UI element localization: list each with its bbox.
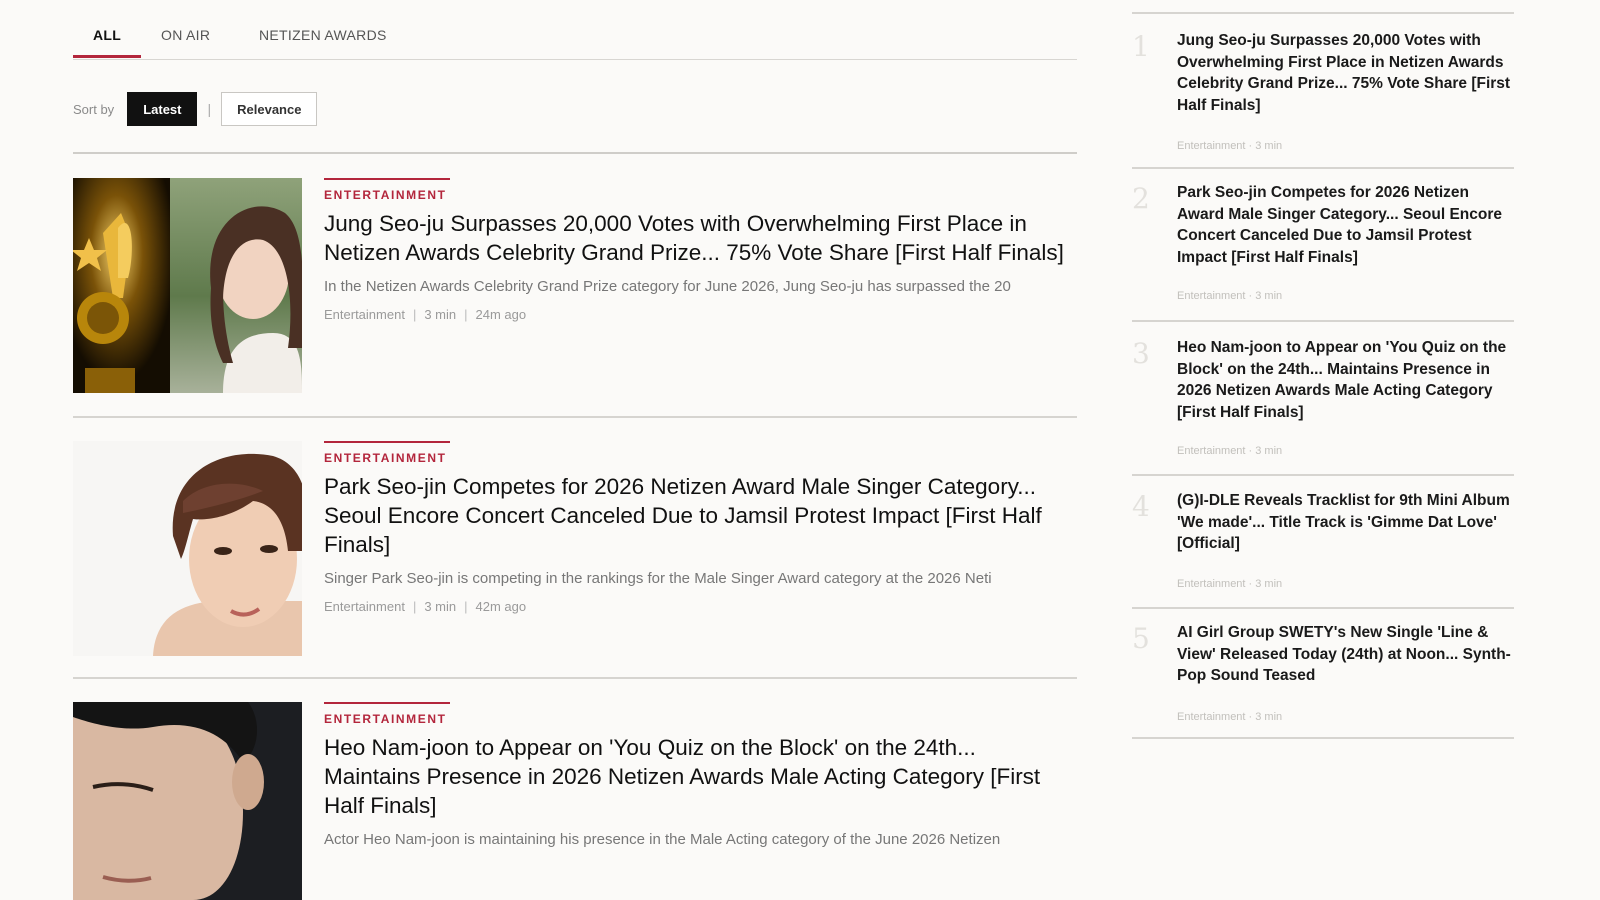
meta-separator: |	[464, 599, 468, 614]
meta-separator: |	[464, 307, 468, 322]
portrait-image	[73, 441, 302, 656]
divider	[1132, 320, 1514, 322]
portrait-image	[73, 702, 302, 900]
sidebar-title[interactable]: (G)I-DLE Reveals Tracklist for 9th Mini …	[1177, 490, 1514, 555]
article-title[interactable]: Park Seo-jin Competes for 2026 Netizen A…	[324, 472, 1077, 559]
article-card: ENTERTAINMENT Park Seo-jin Competes for …	[73, 441, 1077, 656]
sidebar-item: 5 AI Girl Group SWETY's New Single 'Line…	[1132, 622, 1514, 742]
article-time-ago: 42m ago	[475, 599, 527, 614]
category-tabs: ALL ON AIR NETIZEN AWARDS	[73, 0, 1077, 60]
article-card: ENTERTAINMENT Heo Nam-joon to Appear on …	[73, 702, 1077, 900]
sidebar-meta: Entertainment · 3 min	[1177, 290, 1283, 302]
sidebar-meta: Entertainment · 3 min	[1177, 711, 1283, 723]
sidebar-rank: 4	[1132, 490, 1150, 523]
sidebar-rank: 3	[1132, 337, 1150, 370]
article-body: ENTERTAINMENT Jung Seo-ju Surpasses 20,0…	[324, 178, 1077, 322]
article-thumbnail[interactable]	[73, 702, 302, 900]
sidebar-top-rule	[1132, 12, 1514, 14]
sidebar-title[interactable]: Heo Nam-joon to Appear on 'You Quiz on t…	[1177, 337, 1514, 423]
sort-controls: Sort by Latest | Relevance	[73, 92, 318, 126]
sidebar-rank: 5	[1132, 622, 1150, 655]
article-title[interactable]: Jung Seo-ju Surpasses 20,000 Votes with …	[324, 209, 1077, 267]
sidebar-item: 2 Park Seo-jin Competes for 2026 Netizen…	[1132, 182, 1514, 322]
sidebar-meta: Entertainment · 3 min	[1177, 140, 1283, 152]
article-category[interactable]: ENTERTAINMENT	[324, 188, 1077, 202]
article-excerpt: In the Netizen Awards Celebrity Grand Pr…	[324, 278, 1011, 295]
article-card: ENTERTAINMENT Jung Seo-ju Surpasses 20,0…	[73, 178, 1077, 393]
article-excerpt: Singer Park Seo-jin is competing in the …	[324, 570, 992, 587]
sort-label: Sort by	[73, 101, 115, 117]
divider	[73, 677, 1077, 679]
category-rule	[324, 178, 450, 180]
article-meta: Entertainment | 3 min | 24m ago	[324, 307, 1077, 322]
meta-separator: |	[412, 599, 417, 614]
divider	[1132, 607, 1514, 609]
article-read-time: 3 min	[424, 599, 457, 614]
article-thumbnail[interactable]	[73, 441, 302, 656]
article-time-ago: 24m ago	[475, 307, 527, 322]
sort-latest-button[interactable]: Latest	[127, 92, 198, 126]
article-body: ENTERTAINMENT Heo Nam-joon to Appear on …	[324, 702, 1077, 853]
active-tab-indicator	[73, 55, 141, 58]
sidebar-meta: Entertainment · 3 min	[1177, 445, 1283, 457]
sidebar-rank: 2	[1132, 182, 1150, 215]
sidebar-title[interactable]: AI Girl Group SWETY's New Single 'Line &…	[1177, 622, 1514, 687]
article-thumbnail[interactable]	[73, 178, 302, 393]
category-rule	[324, 441, 450, 443]
article-title[interactable]: Heo Nam-joon to Appear on 'You Quiz on t…	[324, 733, 1077, 820]
tab-on-air[interactable]: ON AIR	[161, 27, 210, 43]
article-section: Entertainment	[324, 599, 405, 614]
popular-sidebar: 1 Jung Seo-ju Surpasses 20,000 Votes wit…	[1132, 12, 1514, 739]
article-excerpt: Actor Heo Nam-joon is maintaining his pr…	[324, 831, 1001, 848]
article-read-time: 3 min	[424, 307, 457, 322]
sidebar-item: 3 Heo Nam-joon to Appear on 'You Quiz on…	[1132, 337, 1514, 477]
meta-separator: |	[412, 307, 417, 322]
article-body: ENTERTAINMENT Park Seo-jin Competes for …	[324, 441, 1077, 614]
divider	[1132, 737, 1514, 739]
sort-relevance-button[interactable]: Relevance	[221, 92, 318, 126]
trophy-and-portrait-image	[73, 178, 302, 393]
article-meta: Entertainment | 3 min | 42m ago	[324, 599, 1077, 614]
sidebar-item: 1 Jung Seo-ju Surpasses 20,000 Votes wit…	[1132, 30, 1514, 170]
article-category[interactable]: ENTERTAINMENT	[324, 712, 1077, 726]
article-section: Entertainment	[324, 307, 405, 322]
sidebar-meta: Entertainment · 3 min	[1177, 578, 1283, 590]
sidebar-item: 4 (G)I-DLE Reveals Tracklist for 9th Min…	[1132, 490, 1514, 610]
divider	[1132, 167, 1514, 169]
divider	[1132, 474, 1514, 476]
tab-all[interactable]: ALL	[93, 27, 121, 43]
sort-separator: |	[207, 101, 212, 117]
sidebar-title[interactable]: Jung Seo-ju Surpasses 20,000 Votes with …	[1177, 30, 1514, 116]
category-rule	[324, 702, 450, 704]
divider	[73, 152, 1077, 154]
tab-netizen-awards[interactable]: NETIZEN AWARDS	[259, 27, 387, 43]
article-category[interactable]: ENTERTAINMENT	[324, 451, 1077, 465]
sidebar-rank: 1	[1132, 30, 1150, 63]
sidebar-title[interactable]: Park Seo-jin Competes for 2026 Netizen A…	[1177, 182, 1514, 268]
divider	[73, 416, 1077, 418]
